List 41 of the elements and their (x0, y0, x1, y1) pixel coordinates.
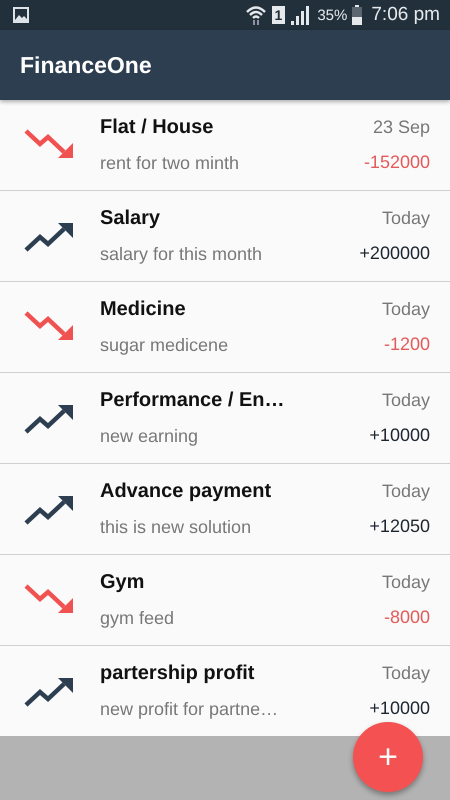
transaction-amount: -1200 (384, 334, 430, 355)
transaction-note: this is new solution (100, 517, 252, 538)
transaction-title: Flat / House (100, 116, 214, 139)
transaction-date: Today (382, 572, 430, 593)
transaction-amount: -8000 (384, 607, 430, 628)
transaction-title: Gym (100, 571, 146, 594)
transaction-row[interactable]: Gym gym feed Today -8000 (0, 555, 450, 646)
transaction-date: Today (382, 481, 430, 502)
transaction-row[interactable]: Performance / En… new earning Today +10000 (0, 373, 450, 464)
transaction-date: Today (382, 390, 430, 411)
transaction-note: gym feed (100, 608, 176, 629)
transaction-title: Advance payment (100, 480, 272, 503)
transaction-note: sugar medicene (100, 335, 230, 356)
battery-icon (352, 5, 362, 25)
battery-percent: 35% (317, 6, 348, 24)
transaction-amount: -152000 (364, 152, 430, 173)
sim-badge: 1 (272, 6, 286, 24)
transaction-amount: +10000 (369, 425, 430, 446)
transaction-row[interactable]: Medicine sugar medicene Today -1200 (0, 282, 450, 373)
transaction-amount: +12050 (369, 516, 430, 537)
transaction-note: new earning (100, 426, 200, 447)
app-title: FinanceOne (20, 52, 152, 78)
transaction-note: new profit for partne… (100, 699, 280, 720)
transaction-row[interactable]: Flat / House rent for two minth 23 Sep -152000 (0, 100, 450, 191)
transaction-date: Today (382, 208, 430, 229)
transaction-date: 23 Sep (372, 117, 430, 138)
transaction-row[interactable]: Salary salary for this month Today +200000 (0, 191, 450, 282)
transaction-title: Medicine (100, 298, 187, 321)
transaction-row[interactable]: Advance payment this is new solution Today +12050 (0, 464, 450, 555)
transaction-title: Salary (100, 207, 162, 230)
transaction-title: partership profit (100, 662, 256, 685)
gallery-icon (12, 6, 30, 24)
transaction-note: rent for two minth (100, 153, 240, 174)
transaction-note: salary for this month (100, 244, 264, 265)
clock-time: 7:06 pm (371, 4, 440, 26)
transaction-title: Performance / En… (100, 389, 286, 412)
transaction-amount: +200000 (359, 243, 430, 264)
wifi-icon (244, 4, 267, 26)
transaction-amount: +10000 (369, 698, 430, 719)
transaction-date: Today (382, 299, 430, 320)
transaction-date: Today (382, 663, 430, 684)
